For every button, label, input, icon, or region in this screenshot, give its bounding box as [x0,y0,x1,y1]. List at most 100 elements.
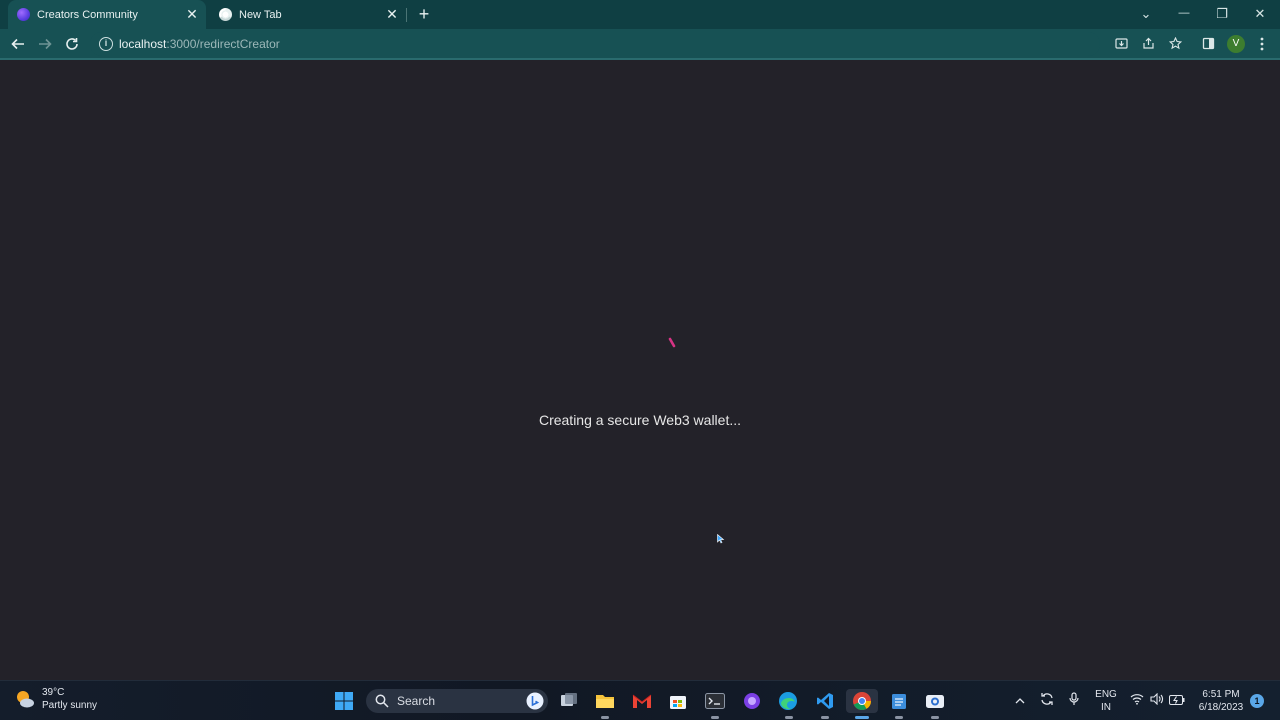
share-button[interactable] [1137,33,1159,55]
side-panel-icon [1202,37,1214,50]
side-panel-button[interactable] [1197,33,1219,55]
profile-avatar[interactable]: V [1227,35,1245,53]
start-button[interactable] [332,689,356,713]
page-content [0,60,1280,680]
edge-icon [779,692,797,710]
restore-button[interactable]: ❐ [1203,0,1241,29]
tab-separator [406,8,407,22]
weather-temperature: 39°C [42,687,65,698]
show-hidden-icons-button[interactable] [1011,692,1029,710]
screen-capture-button[interactable] [923,689,947,713]
install-app-button[interactable] [1110,33,1132,55]
notepad-icon [892,694,906,709]
region-code: IN [1101,702,1111,713]
task-view-button[interactable] [557,689,581,713]
address-bar[interactable]: i localhost:3000/redirectCreator [90,32,1100,56]
gmail-button[interactable] [630,689,654,713]
partly-sunny-icon [17,691,34,708]
window-close-button[interactable]: ✕ [1241,0,1279,29]
wifi-icon [1130,694,1144,705]
language-code: ENG [1095,689,1117,700]
network-tray-button[interactable] [1128,692,1146,710]
copilot-button[interactable] [740,689,764,713]
volume-tray-button[interactable] [1148,692,1166,710]
clock-date: 6/18/2023 [1198,702,1244,713]
weather-widget[interactable]: 39°C Partly sunny [14,686,97,712]
tab-search-button[interactable]: ⌄ [1127,0,1165,29]
vscode-button[interactable] [813,689,837,713]
mouse-cursor-icon [717,534,725,544]
taskbar-search[interactable]: Search [366,689,548,713]
back-button[interactable] [7,33,29,55]
reload-button[interactable] [61,33,83,55]
loading-message: Creating a secure Web3 wallet... [538,412,742,428]
notification-badge[interactable]: 1 [1250,694,1264,708]
battery-tray-button[interactable] [1168,692,1186,710]
bing-icon [526,692,544,710]
speaker-icon [1150,692,1164,706]
share-icon [1142,37,1154,49]
url-host: localhost [119,37,167,51]
running-indicator [895,716,903,719]
edge-button[interactable] [776,689,800,713]
minimize-button[interactable]: — [1165,0,1203,29]
running-indicator [821,716,829,719]
search-label: Search [397,694,436,708]
input-language[interactable]: ENG IN [1092,688,1120,714]
vscode-icon [817,693,833,709]
new-tab-button[interactable]: + [414,4,434,24]
bookmark-button[interactable] [1164,33,1186,55]
loading-spinner-icon [668,337,676,348]
file-explorer-button[interactable] [593,689,617,713]
running-indicator [601,716,609,719]
url-path: :3000/redirectCreator [166,37,280,51]
back-arrow-icon [11,38,24,50]
weather-description: Partly sunny [42,700,98,711]
notepad-button[interactable] [887,689,911,713]
running-indicator [711,716,719,719]
microsoft-store-button[interactable] [666,689,690,713]
forward-arrow-icon [39,38,52,50]
sync-tray-button[interactable] [1038,692,1056,710]
microphone-tray-button[interactable] [1065,692,1083,710]
running-indicator [785,716,793,719]
tab-title: Creators Community [37,8,138,21]
gmail-icon [632,694,652,708]
search-icon [375,694,389,708]
windows-taskbar: 39°C Partly sunny Search ENG IN 6:51 PM … [0,680,1280,720]
creators-community-favicon-icon [17,8,30,21]
chrome-favicon-icon [219,8,232,21]
running-indicator [931,716,939,719]
chrome-menu-button[interactable] [1251,33,1273,55]
clock-time: 6:51 PM [1202,689,1240,700]
terminal-icon [705,693,725,709]
windows-logo-icon [335,692,353,710]
terminal-button[interactable] [703,689,727,713]
tab-title: New Tab [239,8,282,21]
forward-button[interactable] [34,33,56,55]
sync-icon [1041,693,1053,705]
tab-creators-community[interactable]: Creators Community ✕ [8,0,206,29]
battery-charging-icon [1169,695,1185,705]
tab-close-icon[interactable]: ✕ [183,6,201,23]
star-icon [1168,36,1182,50]
kebab-menu-icon [1260,37,1264,51]
site-info-icon[interactable]: i [99,37,113,51]
task-view-icon [561,693,577,706]
purple-app-icon [744,693,760,709]
store-icon [670,696,686,709]
chrome-button[interactable] [846,689,878,713]
tab-close-icon[interactable]: ✕ [383,6,401,23]
active-indicator [855,716,869,719]
reload-icon [66,38,78,50]
clock[interactable]: 6:51 PM 6/18/2023 [1192,688,1250,714]
browser-toolbar: i localhost:3000/redirectCreator V [0,29,1280,59]
chrome-icon [853,692,871,710]
install-app-icon [1114,38,1128,49]
tab-strip: Creators Community ✕ New Tab ✕ + ⌄ — ❐ ✕ [0,0,1280,29]
folder-icon [596,695,614,708]
tab-new-tab[interactable]: New Tab ✕ [210,0,406,29]
camera-icon [926,695,944,708]
chevron-up-icon [1015,698,1025,704]
microphone-icon [1069,692,1079,705]
